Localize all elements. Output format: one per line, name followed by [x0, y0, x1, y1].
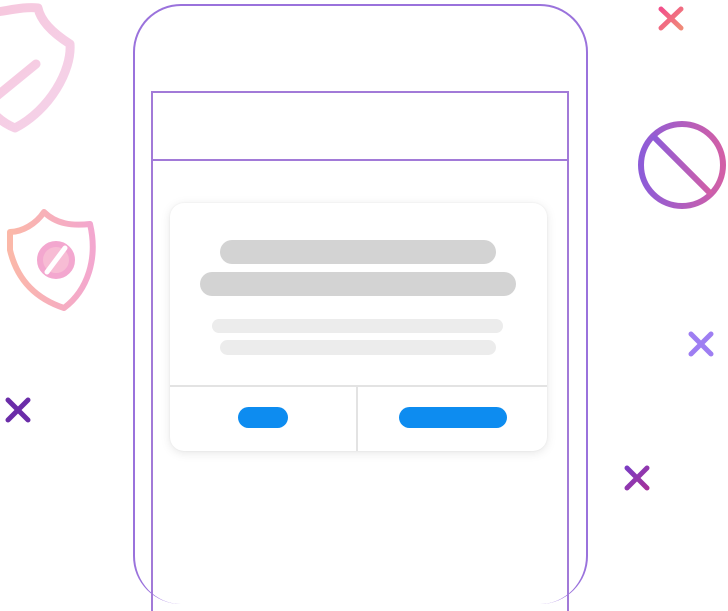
dialog-confirm-button[interactable] — [399, 407, 507, 428]
app-header — [153, 93, 567, 161]
dialog-divider — [170, 385, 547, 387]
block-icon — [638, 121, 726, 209]
dialog-message-placeholder — [212, 319, 503, 333]
dialog-button-divider — [356, 387, 358, 451]
dialog-cancel-button[interactable] — [238, 407, 288, 428]
dialog-message-placeholder — [220, 340, 496, 355]
alert-dialog — [170, 203, 547, 451]
shield-icon — [0, 3, 75, 133]
close-icon — [624, 465, 650, 491]
close-icon — [688, 331, 714, 357]
close-icon — [5, 397, 31, 423]
dialog-title-placeholder — [220, 240, 496, 264]
dialog-title-placeholder — [200, 272, 516, 296]
shield-block-icon — [7, 209, 96, 311]
close-icon — [658, 6, 684, 31]
